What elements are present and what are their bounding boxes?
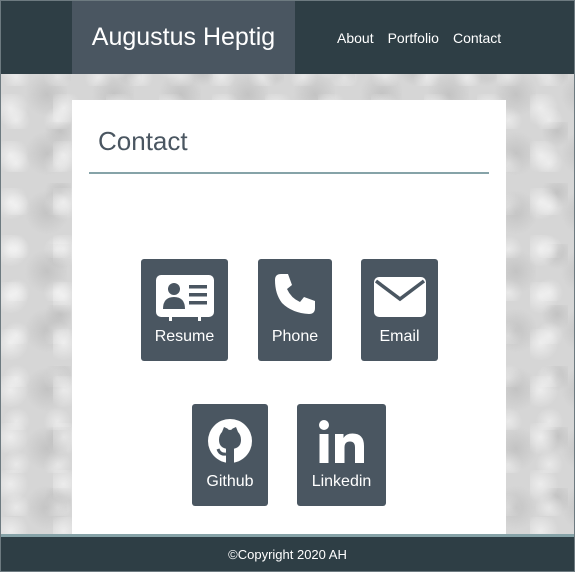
copyright-text: ©Copyright 2020 AH xyxy=(228,546,347,562)
phone-label: Phone xyxy=(271,328,319,345)
navbar: Augustus Heptig About Portfolio Contact xyxy=(1,1,574,74)
title-divider xyxy=(89,172,489,174)
nav-link-about[interactable]: About xyxy=(337,30,374,46)
footer: ©Copyright 2020 AH xyxy=(1,534,574,571)
envelope-icon xyxy=(373,277,426,317)
phone-icon xyxy=(275,274,315,314)
contact-panel: Contact Resume Phone Email Github Linked… xyxy=(72,100,506,536)
github-icon xyxy=(208,419,252,464)
email-label: Email xyxy=(379,328,420,345)
resume-button[interactable]: Resume xyxy=(141,259,228,361)
brand-title[interactable]: Augustus Heptig xyxy=(72,1,295,74)
nav-link-portfolio[interactable]: Portfolio xyxy=(388,30,439,46)
email-button[interactable]: Email xyxy=(361,259,438,361)
github-button[interactable]: Github xyxy=(192,404,268,506)
id-card-icon xyxy=(155,275,214,321)
github-label: Github xyxy=(206,473,254,490)
linkedin-label: Linkedin xyxy=(311,473,372,490)
linkedin-icon xyxy=(318,420,364,463)
linkedin-button[interactable]: Linkedin xyxy=(297,404,386,506)
phone-button[interactable]: Phone xyxy=(258,259,332,361)
nav-links: About Portfolio Contact xyxy=(337,1,515,74)
nav-link-contact[interactable]: Contact xyxy=(453,30,501,46)
resume-label: Resume xyxy=(154,328,215,345)
page-title: Contact xyxy=(98,126,188,156)
